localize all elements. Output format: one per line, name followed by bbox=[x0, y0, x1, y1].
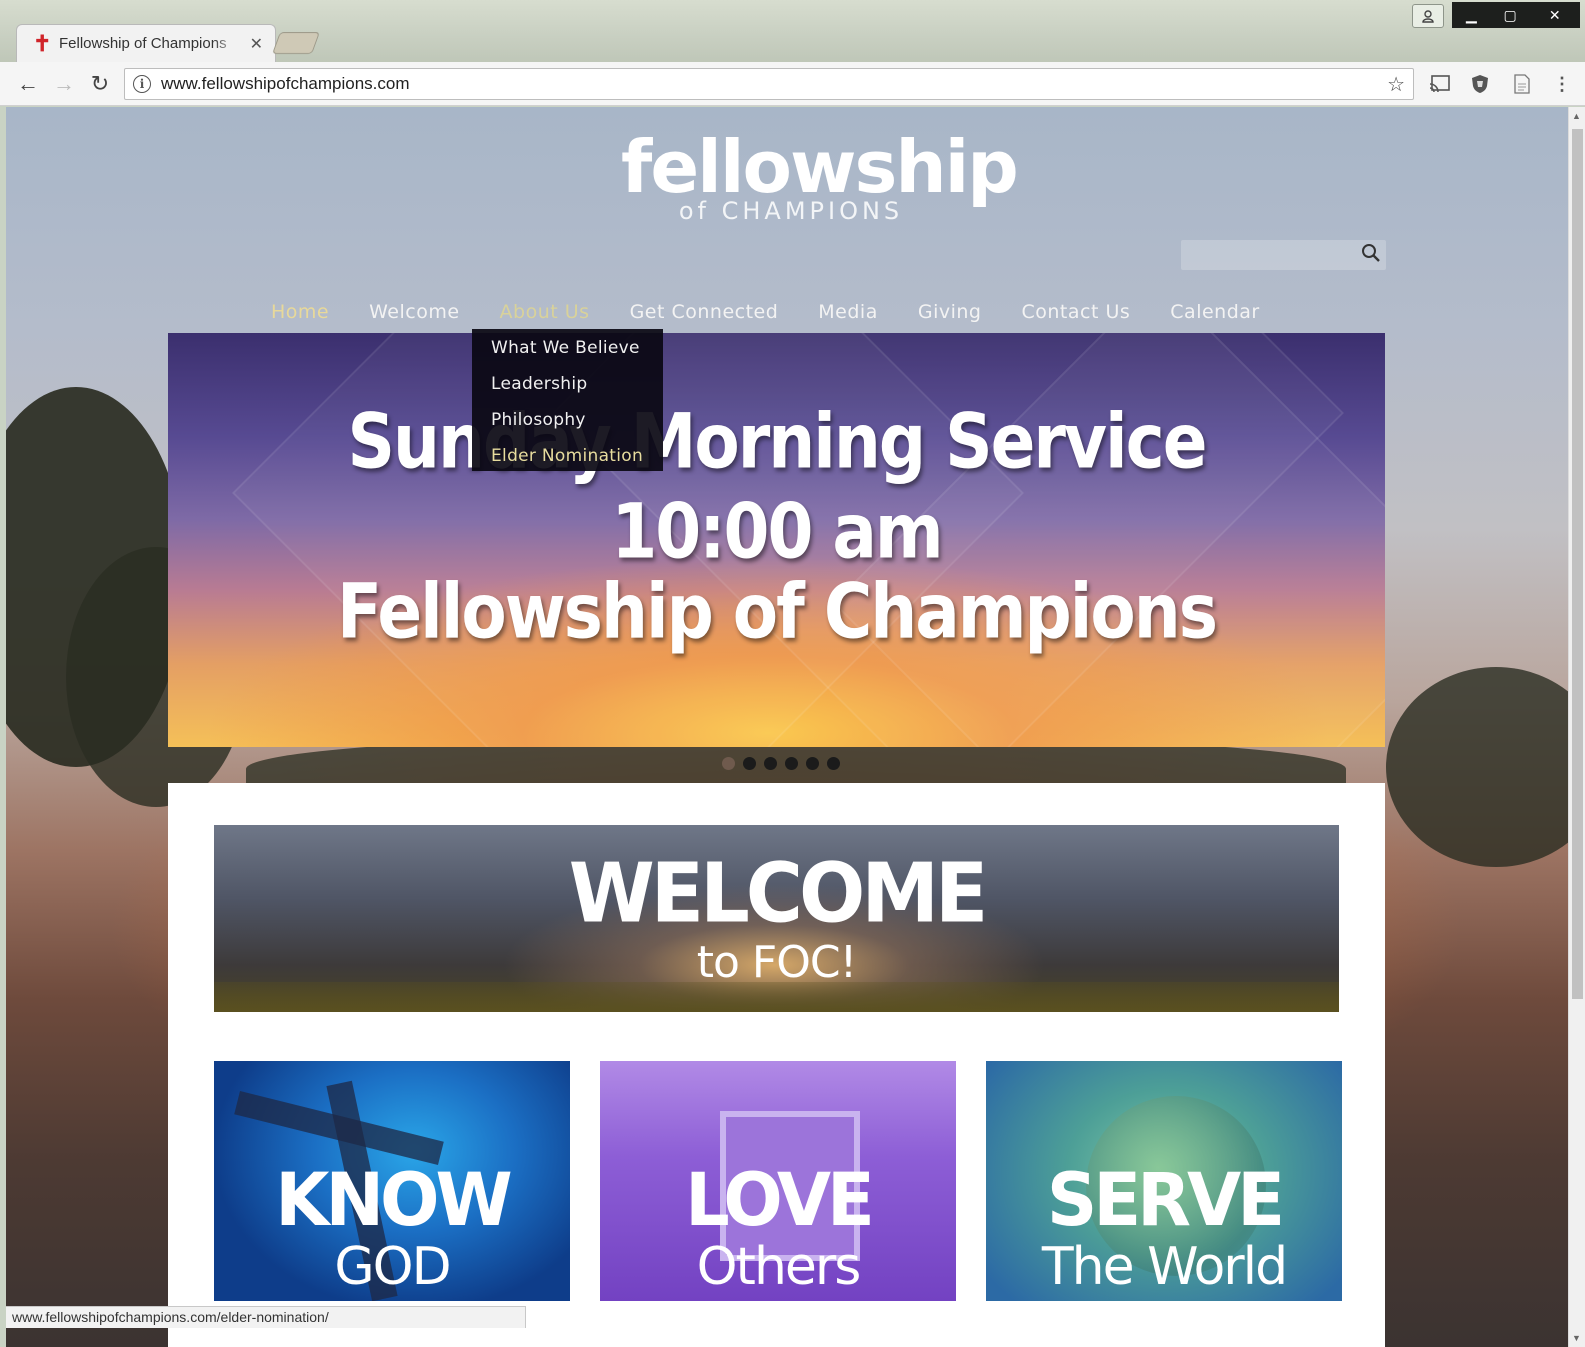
tile-serve-the-world[interactable]: SERVE The World bbox=[986, 1061, 1342, 1301]
site-favicon-cross-icon: ✝ bbox=[33, 30, 52, 56]
shield-extension-icon[interactable] bbox=[1468, 72, 1492, 96]
reload-icon[interactable]: ↻ bbox=[86, 70, 114, 98]
window-controls: ▁ ▢ ✕ bbox=[1452, 2, 1580, 28]
scroll-up-arrow-icon[interactable]: ▲ bbox=[1572, 111, 1581, 121]
page-extension-icon[interactable] bbox=[1510, 72, 1534, 96]
site-info-icon[interactable]: i bbox=[133, 75, 151, 93]
new-tab-button[interactable] bbox=[271, 32, 321, 54]
nav-contact-us[interactable]: Contact Us bbox=[1002, 297, 1151, 327]
address-bar[interactable]: i www.fellowshipofchampions.com ☆ bbox=[124, 68, 1414, 100]
nav-media[interactable]: Media bbox=[798, 297, 898, 327]
slider-pagination bbox=[722, 757, 840, 770]
slide-line-3: Fellowship of Champions bbox=[336, 567, 1218, 656]
nav-calendar[interactable]: Calendar bbox=[1150, 297, 1279, 327]
nav-home[interactable]: Home bbox=[251, 297, 349, 327]
about-us-dropdown: What We Believe Leadership Philosophy El… bbox=[472, 329, 663, 471]
tab-strip: ✝ Fellowship of Champions ✕ ▁ ▢ ✕ bbox=[0, 0, 1585, 62]
dropdown-item-elder-nomination[interactable]: Elder Nomination bbox=[472, 441, 663, 477]
dropdown-item-what-we-believe[interactable]: What We Believe bbox=[472, 333, 663, 369]
browser-menu-icon[interactable]: ⋮ bbox=[1550, 72, 1574, 96]
tile-love-others[interactable]: LOVE Others bbox=[600, 1061, 956, 1301]
tile-know-title: KNOW bbox=[275, 1156, 513, 1244]
tile-love-title: LOVE bbox=[685, 1156, 875, 1244]
page-scrollbar[interactable]: ▲ ▼ bbox=[1568, 107, 1585, 1347]
slider-dot[interactable] bbox=[722, 757, 735, 770]
welcome-title: WELCOME bbox=[568, 846, 988, 942]
nav-get-connected[interactable]: Get Connected bbox=[610, 297, 799, 327]
welcome-subtitle: to FOC! bbox=[696, 937, 857, 988]
tile-serve-subtitle: The World bbox=[1041, 1237, 1288, 1297]
link-status-bar: www.fellowshipofchampions.com/elder-nomi… bbox=[6, 1306, 526, 1328]
hero-slider[interactable]: Sunday Morning Service 10:00 am Fellowsh… bbox=[168, 333, 1385, 747]
slider-dot[interactable] bbox=[764, 757, 777, 770]
nav-giving[interactable]: Giving bbox=[898, 297, 1002, 327]
site-logo[interactable]: fellowship of CHAMPIONS bbox=[621, 125, 1019, 227]
dropdown-item-philosophy[interactable]: Philosophy bbox=[472, 405, 663, 441]
slider-dot[interactable] bbox=[827, 757, 840, 770]
page-viewport: fellowship of CHAMPIONS Home Welcome Abo… bbox=[6, 107, 1568, 1347]
scroll-down-arrow-icon[interactable]: ▼ bbox=[1572, 1333, 1581, 1343]
main-navigation: Home Welcome About Us Get Connected Medi… bbox=[251, 297, 1280, 327]
logo-main-text: fellowship bbox=[621, 125, 1019, 209]
user-profile-icon[interactable] bbox=[1412, 4, 1444, 28]
background-tree bbox=[1386, 667, 1568, 867]
slider-dot[interactable] bbox=[806, 757, 819, 770]
minimize-icon[interactable]: ▁ bbox=[1452, 2, 1491, 28]
search-icon[interactable] bbox=[1360, 242, 1382, 270]
slider-dot[interactable] bbox=[785, 757, 798, 770]
cast-icon[interactable] bbox=[1428, 72, 1452, 96]
tab-close-icon[interactable]: ✕ bbox=[250, 34, 263, 54]
tile-serve-title: SERVE bbox=[1046, 1156, 1285, 1244]
nav-welcome[interactable]: Welcome bbox=[349, 297, 479, 327]
bookmark-star-icon[interactable]: ☆ bbox=[1387, 72, 1405, 97]
back-arrow-icon[interactable]: ← bbox=[14, 70, 42, 98]
site-search-input[interactable] bbox=[1181, 240, 1386, 270]
slide-line-1: Sunday Morning Service bbox=[347, 397, 1207, 486]
slider-dot[interactable] bbox=[743, 757, 756, 770]
content-panel: WELCOME to FOC! KNOW GOD LOVE Others SER… bbox=[168, 783, 1385, 1347]
tile-know-god[interactable]: KNOW GOD bbox=[214, 1061, 570, 1301]
nav-about-us[interactable]: About Us bbox=[480, 297, 610, 327]
browser-tab[interactable]: ✝ Fellowship of Champions ✕ bbox=[16, 24, 276, 62]
forward-arrow-icon[interactable]: → bbox=[50, 70, 78, 98]
browser-toolbar: ← → ↻ i www.fellowshipofchampions.com ☆ … bbox=[0, 62, 1585, 106]
scrollbar-thumb[interactable] bbox=[1572, 129, 1583, 999]
tile-know-subtitle: GOD bbox=[334, 1237, 451, 1297]
tile-love-subtitle: Others bbox=[696, 1237, 862, 1297]
slide-line-2: 10:00 am bbox=[611, 487, 943, 576]
window-close-icon[interactable]: ✕ bbox=[1530, 2, 1580, 28]
address-url[interactable]: www.fellowshipofchampions.com bbox=[161, 74, 410, 94]
maximize-icon[interactable]: ▢ bbox=[1491, 2, 1530, 28]
welcome-banner[interactable]: WELCOME to FOC! bbox=[214, 825, 1339, 1012]
tab-title: Fellowship of Champions bbox=[59, 35, 227, 52]
dropdown-item-leadership[interactable]: Leadership bbox=[472, 369, 663, 405]
